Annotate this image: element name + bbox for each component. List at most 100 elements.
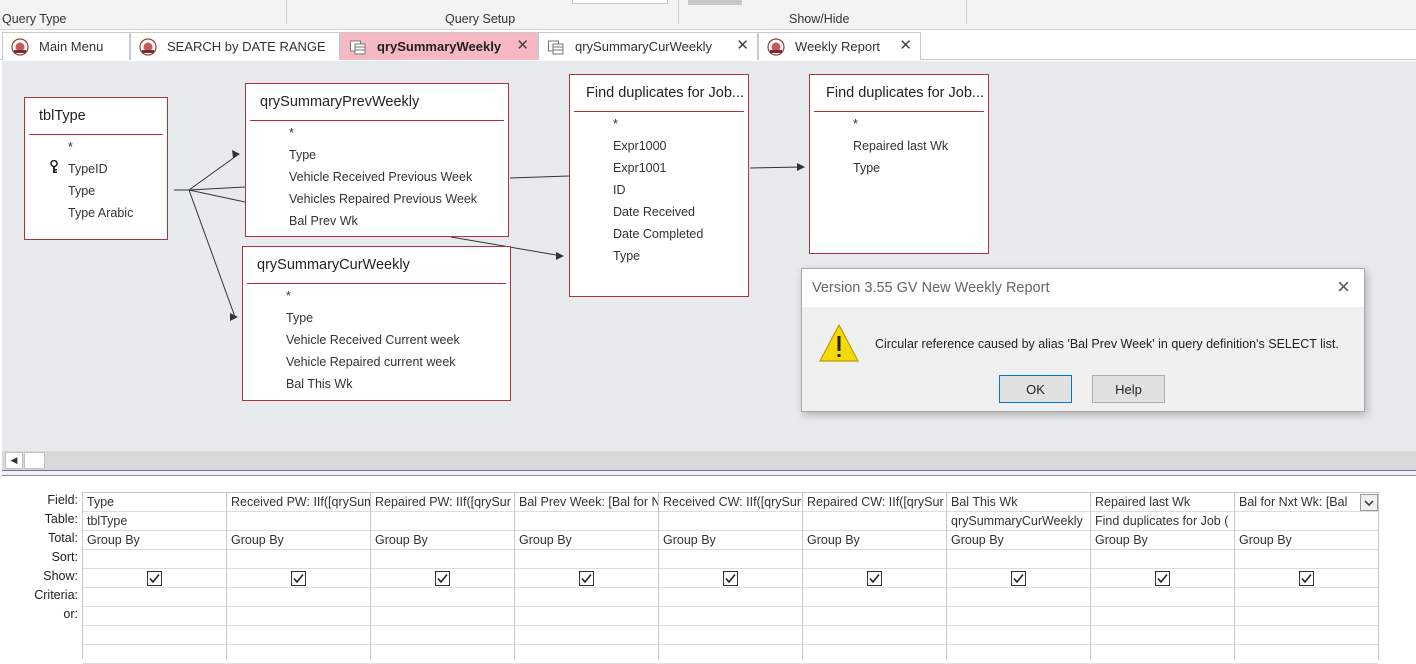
grid-or-cell[interactable] xyxy=(371,645,514,664)
field-list-qry-summary-cur-weekly[interactable]: qrySummaryCurWeekly * Type Vehicle Recei… xyxy=(242,246,511,401)
grid-criteria-cell[interactable] xyxy=(947,588,1090,607)
show-checkbox[interactable] xyxy=(291,571,306,586)
grid-sort-cell[interactable] xyxy=(947,550,1090,569)
close-icon[interactable]: ✕ xyxy=(736,38,749,54)
show-checkbox[interactable] xyxy=(1299,571,1314,586)
field-item[interactable]: Date Received xyxy=(613,205,695,219)
grid-table-cell[interactable] xyxy=(803,512,946,531)
grid-table-cell[interactable] xyxy=(1235,512,1378,531)
grid-or-cell[interactable] xyxy=(803,626,946,645)
grid-criteria-cell[interactable] xyxy=(227,588,370,607)
ribbon-control-stub[interactable] xyxy=(572,0,668,4)
grid-or-cell[interactable] xyxy=(659,626,802,645)
grid-table-cell[interactable] xyxy=(659,512,802,531)
show-checkbox[interactable] xyxy=(723,571,738,586)
grid-column[interactable]: Bal for Nxt Wk: [Bal Group By xyxy=(1235,493,1379,664)
grid-column[interactable]: Received PW: IIf([qrySum Group By xyxy=(227,493,371,664)
ribbon-control-stub[interactable] xyxy=(688,0,742,5)
field-item[interactable]: * xyxy=(613,117,618,131)
grid-show-cell[interactable] xyxy=(947,569,1090,588)
field-item[interactable]: ID xyxy=(613,183,626,197)
grid-table-cell[interactable] xyxy=(371,512,514,531)
grid-or-cell[interactable] xyxy=(659,645,802,664)
dialog-titlebar[interactable]: Version 3.55 GV New Weekly Report × xyxy=(802,269,1364,307)
grid-total-cell[interactable]: Group By xyxy=(83,531,226,550)
grid-criteria-cell[interactable] xyxy=(371,588,514,607)
grid-field-cell[interactable]: Received PW: IIf([qrySum xyxy=(227,493,370,512)
help-button[interactable]: Help xyxy=(1092,375,1165,403)
field-list-qry-summary-prev-weekly[interactable]: qrySummaryPrevWeekly * Type Vehicle Rece… xyxy=(245,83,509,237)
close-icon[interactable]: ✕ xyxy=(899,38,912,54)
field-item[interactable]: Repaired last Wk xyxy=(853,139,948,153)
grid-or-cell[interactable] xyxy=(515,626,658,645)
grid-or-cell[interactable] xyxy=(371,626,514,645)
field-item[interactable]: Type xyxy=(286,311,313,325)
field-item[interactable]: Type Arabic xyxy=(68,206,133,220)
field-item[interactable]: Vehicle Received Current week xyxy=(286,333,460,347)
grid-sort-cell[interactable] xyxy=(83,550,226,569)
grid-or-cell[interactable] xyxy=(83,626,226,645)
grid-column[interactable]: Bal This Wk qrySummaryCurWeekly Group By xyxy=(947,493,1091,664)
grid-show-cell[interactable] xyxy=(803,569,946,588)
grid-criteria-cell[interactable] xyxy=(1091,588,1234,607)
grid-show-cell[interactable] xyxy=(659,569,802,588)
grid-or-cell[interactable] xyxy=(227,645,370,664)
grid-total-cell[interactable]: Group By xyxy=(1091,531,1234,550)
field-item[interactable]: Type xyxy=(853,161,880,175)
tab-main-menu[interactable]: Main Menu xyxy=(2,32,130,60)
grid-or-cell[interactable] xyxy=(1235,607,1378,626)
grid-sort-cell[interactable] xyxy=(227,550,370,569)
show-checkbox[interactable] xyxy=(435,571,450,586)
grid-or-cell[interactable] xyxy=(1235,626,1378,645)
tab-qry-summary-cur-weekly[interactable]: qrySummaryCurWeekly ✕ xyxy=(538,32,758,60)
scrollbar-thumb[interactable] xyxy=(24,452,45,469)
field-item[interactable]: Expr1000 xyxy=(613,139,667,153)
grid-sort-cell[interactable] xyxy=(1235,550,1378,569)
grid-show-cell[interactable] xyxy=(83,569,226,588)
field-item[interactable]: Vehicle Repaired current week xyxy=(286,355,456,369)
grid-total-cell[interactable]: Group By xyxy=(371,531,514,550)
grid-total-cell[interactable]: Group By xyxy=(227,531,370,550)
grid-criteria-cell[interactable] xyxy=(83,588,226,607)
grid-show-cell[interactable] xyxy=(371,569,514,588)
grid-column[interactable]: Repaired PW: IIf([qrySur Group By xyxy=(371,493,515,664)
field-item[interactable]: Type xyxy=(289,148,316,162)
grid-table-cell[interactable]: tblType xyxy=(83,512,226,531)
tab-search-by-date-range[interactable]: SEARCH by DATE RANGE xyxy=(130,32,340,60)
field-list-tbltype[interactable]: tblType * TypeID Type Type Arabic xyxy=(24,97,168,240)
grid-or-cell[interactable] xyxy=(515,607,658,626)
field-item[interactable]: Vehicle Received Previous Week xyxy=(289,170,472,184)
show-checkbox[interactable] xyxy=(867,571,882,586)
field-list-find-duplicates-1[interactable]: Find duplicates for Job... * Expr1000 Ex… xyxy=(569,74,749,297)
horizontal-scrollbar[interactable]: ◀ xyxy=(2,451,1416,470)
tab-qry-summary-weekly[interactable]: qrySummaryWeekly ✕ xyxy=(340,32,538,60)
grid-sort-cell[interactable] xyxy=(371,550,514,569)
grid-sort-cell[interactable] xyxy=(515,550,658,569)
grid-or-cell[interactable] xyxy=(659,607,802,626)
ok-button[interactable]: OK xyxy=(999,375,1072,403)
grid-table-cell[interactable]: qrySummaryCurWeekly xyxy=(947,512,1090,531)
field-item[interactable]: TypeID xyxy=(68,162,108,176)
grid-show-cell[interactable] xyxy=(227,569,370,588)
grid-field-cell[interactable]: Received CW: IIf([qrySur xyxy=(659,493,802,512)
field-item[interactable]: * xyxy=(286,289,291,303)
grid-total-cell[interactable]: Group By xyxy=(659,531,802,550)
grid-field-cell[interactable]: Repaired PW: IIf([qrySur xyxy=(371,493,514,512)
grid-or-cell[interactable] xyxy=(803,645,946,664)
grid-column[interactable]: Bal Prev Week: [Bal for N Group By xyxy=(515,493,659,664)
field-item[interactable]: * xyxy=(853,117,858,131)
grid-total-cell[interactable]: Group By xyxy=(515,531,658,550)
grid-field-cell[interactable]: Repaired last Wk xyxy=(1091,493,1234,512)
field-item[interactable]: Date Completed xyxy=(613,227,703,241)
grid-field-cell[interactable]: Bal This Wk xyxy=(947,493,1090,512)
close-icon[interactable]: × xyxy=(1337,276,1350,298)
grid-or-cell[interactable] xyxy=(371,607,514,626)
show-checkbox[interactable] xyxy=(579,571,594,586)
grid-criteria-cell[interactable] xyxy=(659,588,802,607)
grid-or-cell[interactable] xyxy=(83,645,226,664)
grid-or-cell[interactable] xyxy=(1091,645,1234,664)
field-item[interactable]: Bal This Wk xyxy=(286,377,352,391)
grid-or-cell[interactable] xyxy=(947,645,1090,664)
scroll-left-icon[interactable]: ◀ xyxy=(5,452,23,469)
grid-or-cell[interactable] xyxy=(515,645,658,664)
